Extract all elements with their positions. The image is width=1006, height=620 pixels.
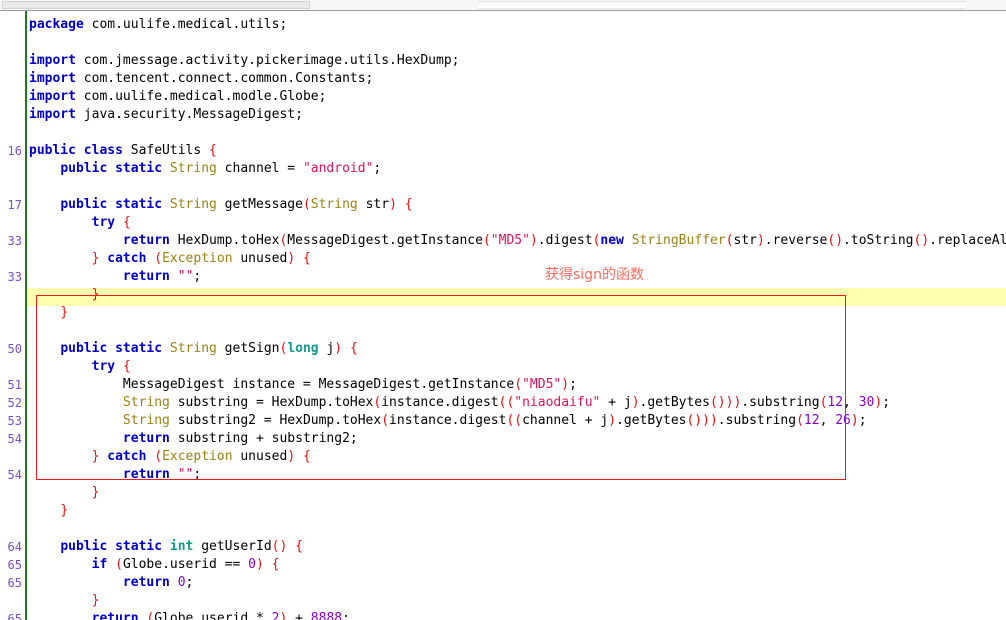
line-number: 65	[7, 558, 22, 572]
code-line[interactable]: 17 public static String getMessage(Strin…	[0, 196, 1006, 214]
line-number: 17	[7, 198, 22, 212]
code-line[interactable]	[0, 520, 1006, 538]
code-line[interactable]: 65 return (Globe.userid * 2) + 8888;	[0, 610, 1006, 620]
code-line[interactable]: 65 return 0;	[0, 574, 1006, 592]
code-line[interactable]	[0, 124, 1006, 142]
code-text: import com.tencent.connect.common.Consta…	[29, 71, 374, 86]
code-line[interactable]: try {	[0, 358, 1006, 376]
code-text: } catch (Exception unused) {	[91, 449, 311, 464]
code-text: public static String getMessage(String s…	[60, 197, 413, 212]
code-line[interactable]	[0, 178, 1006, 196]
code-line[interactable]: import com.jmessage.activity.pickerimage…	[0, 52, 1006, 70]
code-line[interactable]: }	[0, 484, 1006, 502]
code-line[interactable]: import com.tencent.connect.common.Consta…	[0, 70, 1006, 88]
line-number: 33	[7, 270, 22, 284]
code-text: return substring + substring2;	[122, 431, 358, 446]
code-text: return (Globe.userid * 2) + 8888;	[91, 611, 350, 620]
code-line[interactable]: } catch (Exception unused) {	[0, 250, 1006, 268]
code-line[interactable]: 53 String substring2 = HexDump.toHex(ins…	[0, 412, 1006, 430]
code-text: return HexDump.toHex(MessageDigest.getIn…	[122, 233, 1006, 248]
horizontal-scrollbar[interactable]	[0, 0, 1006, 11]
code-line[interactable]: 33 return HexDump.toHex(MessageDigest.ge…	[0, 232, 1006, 250]
code-line[interactable]: 33 return "";	[0, 268, 1006, 286]
code-text: return "";	[122, 269, 202, 284]
code-line[interactable]: package com.uulife.medical.utils;	[0, 16, 1006, 34]
horizontal-scroll-thumb[interactable]	[2, 1, 310, 9]
code-text: package com.uulife.medical.utils;	[29, 17, 288, 32]
code-text: try {	[91, 215, 131, 230]
code-text: }	[91, 593, 100, 608]
code-line[interactable]: import java.security.MessageDigest;	[0, 106, 1006, 124]
line-number: 16	[7, 144, 22, 158]
line-number: 65	[7, 612, 22, 620]
code-line[interactable]: 51 MessageDigest instance = MessageDiges…	[0, 376, 1006, 394]
code-text: return 0;	[122, 575, 194, 590]
horizontal-scroll-track-segment[interactable]	[478, 1, 966, 9]
line-number: 50	[7, 342, 22, 356]
code-line[interactable]: import com.uulife.medical.modle.Globe;	[0, 88, 1006, 106]
code-text: import com.uulife.medical.modle.Globe;	[29, 89, 327, 104]
line-number: 54	[7, 432, 22, 446]
code-line[interactable]: } catch (Exception unused) {	[0, 448, 1006, 466]
code-line[interactable]: 54 return "";	[0, 466, 1006, 484]
line-number: 33	[7, 234, 22, 248]
code-line[interactable]: 50 public static String getSign(long j) …	[0, 340, 1006, 358]
code-text: if (Globe.userid == 0) {	[91, 557, 280, 572]
line-number: 52	[7, 396, 22, 410]
code-content[interactable]: package com.uulife.medical.utils; import …	[0, 11, 1006, 620]
code-line[interactable]: }	[0, 592, 1006, 610]
line-number: 65	[7, 576, 22, 590]
code-line[interactable]: 64 public static int getUserId() {	[0, 538, 1006, 556]
code-text: return "";	[122, 467, 202, 482]
code-line[interactable]: public static String channel = "android"…	[0, 160, 1006, 178]
code-text: try {	[91, 359, 131, 374]
annotation-label: 获得sign的函数	[545, 267, 644, 283]
code-text: public static String getSign(long j) {	[60, 341, 358, 356]
code-line[interactable]: 16 public class SafeUtils {	[0, 142, 1006, 160]
code-text: MessageDigest instance = MessageDigest.g…	[122, 377, 577, 392]
code-text: public class SafeUtils {	[29, 143, 217, 158]
code-text: public static int getUserId() {	[60, 539, 303, 554]
code-text: }	[60, 503, 69, 518]
editor-surface[interactable]: package com.uulife.medical.utils; import …	[0, 11, 1006, 620]
line-number: 51	[7, 378, 22, 392]
code-text: public static String channel = "android"…	[60, 161, 382, 176]
code-text: }	[91, 485, 100, 500]
code-line[interactable]: 52 String substring = HexDump.toHex(inst…	[0, 394, 1006, 412]
code-text: } catch (Exception unused) {	[91, 251, 311, 266]
code-text: import java.security.MessageDigest;	[29, 107, 303, 122]
line-number: 53	[7, 414, 22, 428]
code-line[interactable]: }	[0, 502, 1006, 520]
line-number: 64	[7, 540, 22, 554]
code-line[interactable]: try {	[0, 214, 1006, 232]
code-line[interactable]: 54 return substring + substring2;	[0, 430, 1006, 448]
code-text: }	[60, 305, 69, 320]
code-text: String substring2 = HexDump.toHex(instan…	[122, 413, 867, 428]
code-line[interactable]: }	[0, 304, 1006, 322]
code-text: }	[91, 287, 100, 302]
code-line[interactable]	[0, 322, 1006, 340]
code-editor-window: package com.uulife.medical.utils; import …	[0, 0, 1006, 620]
code-line[interactable]	[0, 34, 1006, 52]
line-number: 54	[7, 468, 22, 482]
code-text: import com.jmessage.activity.pickerimage…	[29, 53, 460, 68]
code-text: String substring = HexDump.toHex(instanc…	[122, 395, 891, 410]
code-line[interactable]: }	[0, 286, 1006, 304]
code-line[interactable]: 65 if (Globe.userid == 0) {	[0, 556, 1006, 574]
